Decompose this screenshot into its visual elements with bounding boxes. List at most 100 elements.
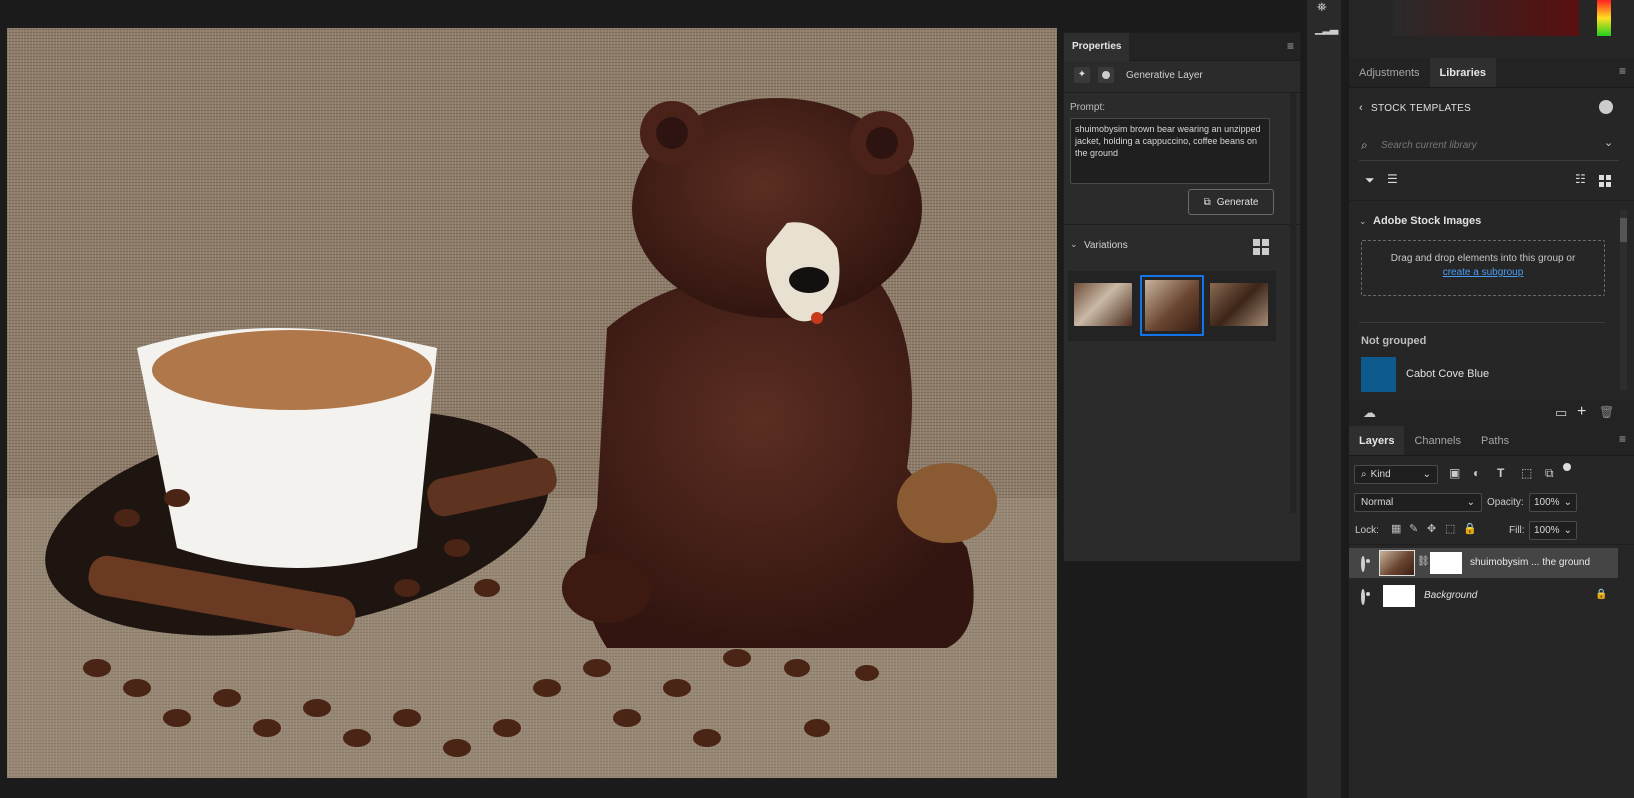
navigator-icon[interactable]: ⛯: [1317, 0, 1327, 15]
opacity-label: Opacity:: [1487, 497, 1524, 508]
panel-menu-icon[interactable]: ≡: [1619, 432, 1626, 446]
share-user-icon[interactable]: [1599, 100, 1613, 114]
shape-layer-filter-icon[interactable]: ⬚: [1521, 466, 1532, 480]
type-layer-filter-icon[interactable]: T: [1497, 466, 1504, 480]
variations-label: Variations: [1084, 240, 1128, 251]
lock-artboard-icon[interactable]: ⬚: [1445, 522, 1455, 535]
generative-fill-icon: ✦: [1074, 67, 1090, 83]
layer-row-generative[interactable]: ⛓ shuimobysim ... the ground: [1349, 548, 1618, 578]
visibility-eye-icon[interactable]: [1361, 589, 1365, 605]
swatch-name: Cabot Cove Blue: [1406, 368, 1490, 380]
chevron-down-icon[interactable]: ⌄: [1604, 136, 1613, 149]
divider: [1064, 92, 1300, 93]
cloud-sync-icon[interactable]: ☁: [1363, 405, 1376, 421]
tab-channels[interactable]: Channels: [1404, 426, 1470, 455]
chevron-down-icon[interactable]: ⌄: [1359, 216, 1367, 227]
tab-adjustments[interactable]: Adjustments: [1349, 58, 1430, 87]
divider: [1349, 544, 1634, 545]
variation-thumbnail-3[interactable]: [1210, 283, 1268, 326]
color-field[interactable]: [1393, 0, 1579, 36]
properties-panel: Properties ≡ ✦ Generative Layer Prompt: …: [1063, 32, 1301, 562]
pixel-layer-filter-icon[interactable]: ▣: [1449, 466, 1460, 480]
lock-position-icon[interactable]: ✥: [1427, 522, 1436, 535]
chevron-down-icon[interactable]: ⌄: [1070, 239, 1078, 250]
search-icon: ⌕: [1361, 469, 1367, 480]
prompt-label: Prompt:: [1070, 102, 1106, 113]
libraries-footer: ☁ ▭ + 🗑: [1349, 400, 1634, 428]
prompt-textarea[interactable]: shuimobysim brown bear wearing an unzipp…: [1070, 118, 1270, 184]
not-grouped-label: Not grouped: [1361, 335, 1427, 347]
properties-scrollbar[interactable]: [1290, 93, 1296, 513]
generate-label: Generate: [1216, 196, 1259, 208]
filter-toggle-icon[interactable]: [1563, 463, 1571, 471]
layer-thumbnail: [1383, 585, 1415, 607]
divider: [1359, 322, 1605, 323]
opacity-input[interactable]: 100% ⌄: [1529, 493, 1577, 512]
lock-all-icon[interactable]: 🔒: [1463, 522, 1477, 535]
tab-paths[interactable]: Paths: [1471, 426, 1519, 455]
lock-label: Lock:: [1355, 525, 1379, 536]
libraries-tabbar: Adjustments Libraries ≡: [1349, 58, 1634, 88]
link-mask-icon[interactable]: ⛓: [1417, 556, 1430, 567]
sort-icon[interactable]: ☰: [1387, 172, 1398, 186]
adjustment-layer-filter-icon[interactable]: ◐: [1473, 466, 1480, 480]
variation-thumbnail-1[interactable]: [1074, 283, 1132, 326]
search-icon: ⌕: [1361, 138, 1368, 152]
grid-view-icon[interactable]: [1253, 239, 1269, 255]
grid-view-icon[interactable]: [1599, 175, 1611, 187]
visibility-eye-icon[interactable]: [1361, 556, 1365, 572]
fill-label: Fill:: [1509, 525, 1525, 536]
back-chevron-icon[interactable]: ‹: [1359, 102, 1363, 114]
properties-header: Properties ≡: [1064, 33, 1300, 61]
divider: [1064, 224, 1300, 225]
layer-mask-thumbnail: [1430, 552, 1462, 574]
group-title: Adobe Stock Images: [1373, 215, 1482, 227]
generate-button[interactable]: ⧉ Generate: [1188, 189, 1274, 215]
lock-pixels-icon[interactable]: ✎: [1409, 522, 1418, 535]
layer-name: shuimobysim ... the ground: [1470, 557, 1591, 568]
panel-menu-icon[interactable]: ≡: [1287, 39, 1294, 53]
generate-icon: ⧉: [1203, 196, 1211, 208]
delete-icon[interactable]: 🗑: [1599, 405, 1614, 419]
create-subgroup-link[interactable]: create a subgroup: [1362, 267, 1604, 278]
drop-zone[interactable]: Drag and drop elements into this group o…: [1361, 240, 1605, 296]
blend-mode-value: Normal: [1361, 497, 1394, 508]
smart-object-filter-icon[interactable]: ⧉: [1545, 466, 1554, 481]
layer-type-label: Generative Layer: [1126, 70, 1203, 81]
layer-thumbnail: [1379, 550, 1415, 576]
histogram-icon[interactable]: ▁▂▃: [1315, 22, 1338, 35]
new-group-icon[interactable]: ▭: [1555, 405, 1567, 421]
layers-tabbar: Layers Channels Paths ≡: [1349, 426, 1634, 456]
fill-input[interactable]: 100% ⌄: [1529, 521, 1577, 540]
divider: [1359, 160, 1619, 161]
lock-transparency-icon[interactable]: ▦: [1391, 522, 1401, 535]
panel-menu-icon[interactable]: ≡: [1619, 64, 1626, 78]
chevron-down-icon: ⌄: [1422, 469, 1431, 480]
chevron-down-icon: ⌄: [1466, 497, 1475, 508]
library-search-input[interactable]: Search current library: [1381, 140, 1477, 151]
lock-icon: 🔒: [1595, 589, 1608, 600]
chevron-down-icon: ⌄: [1563, 525, 1572, 536]
library-breadcrumb: STOCK TEMPLATES: [1371, 103, 1472, 114]
color-swatch[interactable]: [1361, 357, 1396, 392]
drop-zone-text: Drag and drop elements into this group o…: [1390, 253, 1576, 264]
document-canvas[interactable]: [7, 28, 1057, 778]
opacity-value: 100%: [1534, 497, 1560, 508]
layer-row-background[interactable]: Background 🔒: [1349, 581, 1618, 611]
fill-value: 100%: [1534, 525, 1560, 536]
divider: [1349, 200, 1634, 201]
tab-properties[interactable]: Properties: [1064, 33, 1130, 61]
layer-name: Background: [1424, 590, 1478, 601]
add-icon[interactable]: +: [1577, 403, 1586, 421]
libraries-scrollbar[interactable]: [1620, 210, 1627, 390]
generated-image: [7, 28, 1057, 778]
tab-libraries[interactable]: Libraries: [1429, 58, 1496, 87]
blend-mode-select[interactable]: Normal ⌄: [1354, 493, 1482, 512]
list-view-icon[interactable]: ☷: [1575, 172, 1586, 186]
tab-layers[interactable]: Layers: [1349, 426, 1405, 455]
hue-slider[interactable]: [1597, 0, 1611, 36]
variation-thumbnail-2-selected[interactable]: [1140, 275, 1204, 336]
filter-icon[interactable]: ⏷: [1365, 173, 1375, 188]
layer-filter-select[interactable]: ⌕ Kind ⌄: [1354, 465, 1438, 484]
right-panel-column: Adjustments Libraries ≡ ‹ STOCK TEMPLATE…: [1349, 0, 1634, 798]
